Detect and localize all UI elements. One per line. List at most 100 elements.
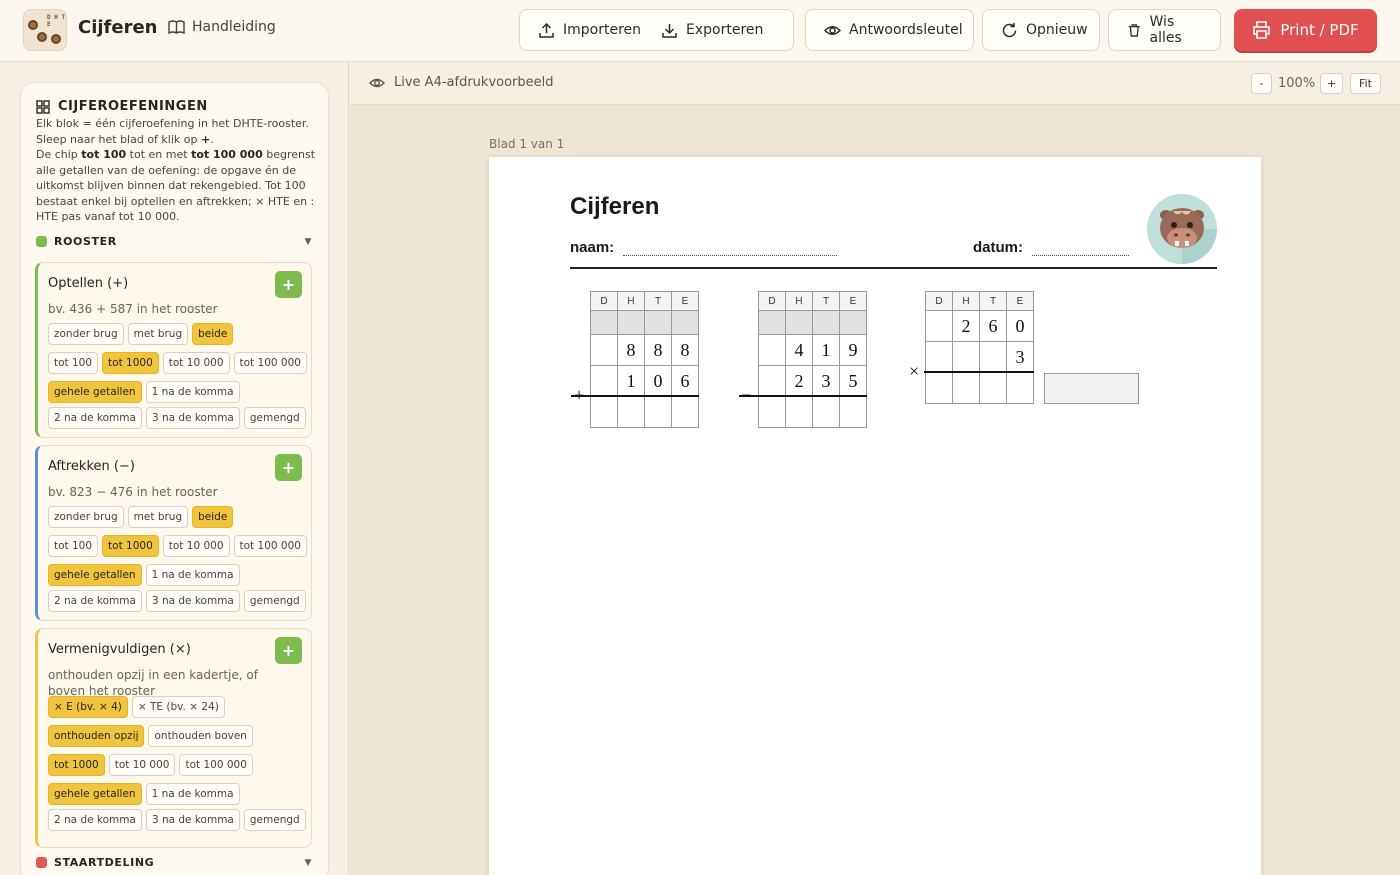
option-chip[interactable]: tot 10 000 xyxy=(108,754,176,776)
section-staartdeling-label: STAARTDELING xyxy=(54,856,155,869)
carry-row-cell xyxy=(758,310,786,335)
option-chip[interactable]: tot 1000 xyxy=(102,535,159,557)
upload-icon xyxy=(539,22,554,38)
option-chip[interactable]: gemengd xyxy=(243,809,306,831)
option-chip[interactable]: onthouden boven xyxy=(148,725,253,747)
manual-label: Handleiding xyxy=(192,19,276,35)
intro-line-3: De chip tot 100 tot en met tot 100 000 b… xyxy=(36,148,316,223)
answer-cell[interactable] xyxy=(1006,372,1034,404)
book-icon xyxy=(168,19,185,34)
restart-label: Opnieuw xyxy=(1026,22,1088,38)
digit-cell xyxy=(952,341,980,373)
section-rooster-label: ROOSTER xyxy=(54,235,117,248)
option-chip[interactable]: gemengd xyxy=(243,590,306,612)
option-chip[interactable]: 1 na de komma xyxy=(145,381,240,403)
answer-cell[interactable] xyxy=(839,396,867,428)
import-button[interactable]: Importeren xyxy=(520,10,659,50)
option-chip[interactable]: zonder brug xyxy=(48,506,124,528)
add-exercise-button[interactable]: + xyxy=(275,637,302,664)
digit-cell: 3 xyxy=(812,365,840,397)
option-chip[interactable]: × TE (bv. × 24) xyxy=(131,696,225,718)
option-chip[interactable]: 1 na de komma xyxy=(145,564,240,586)
option-chip[interactable]: tot 1000 xyxy=(48,754,105,776)
option-chip[interactable]: beide xyxy=(192,506,234,528)
option-chip[interactable]: tot 100 xyxy=(48,352,99,374)
answer-cell[interactable] xyxy=(952,372,980,404)
option-chip[interactable]: 3 na de komma xyxy=(145,407,240,429)
option-chip[interactable]: tot 1000 xyxy=(102,352,159,374)
answer-cell[interactable] xyxy=(812,396,840,428)
digit-cell xyxy=(590,365,618,397)
option-chip[interactable]: 3 na de komma xyxy=(145,809,240,831)
name-line xyxy=(623,255,837,256)
chip-row: gehele getallen 1 na de komma xyxy=(48,381,240,403)
add-exercise-button[interactable]: + xyxy=(275,271,302,298)
chip-row: zonder brug met brug beide xyxy=(48,506,234,528)
sheet-counter: Blad 1 van 1 xyxy=(489,137,565,151)
exercise-card-vermenigvuldigen[interactable]: Vermenigvuldigen (×) + onthouden opzij in … xyxy=(35,628,312,848)
option-chip[interactable]: × E (bv. × 4) xyxy=(48,696,128,718)
option-chip[interactable]: 2 na de komma xyxy=(48,590,142,612)
header-rule xyxy=(570,267,1217,269)
zoom-fit-button[interactable]: Fit xyxy=(1350,73,1381,94)
exercise-card-optellen[interactable]: Optellen (+) + bv. 436 + 587 in het rooste… xyxy=(35,262,312,438)
answer-cell[interactable] xyxy=(979,372,1007,404)
option-chip[interactable]: gehele getallen xyxy=(48,783,142,805)
digit-cell xyxy=(925,341,953,373)
digit-cell: 4 xyxy=(785,334,813,366)
option-chip[interactable]: tot 100 000 xyxy=(233,535,307,557)
option-chip[interactable]: tot 10 000 xyxy=(162,535,230,557)
option-chip[interactable]: 3 na de komma xyxy=(145,590,240,612)
clear-all-button[interactable]: Wis alles xyxy=(1108,9,1221,51)
option-chip[interactable]: met brug xyxy=(127,323,189,345)
option-chip[interactable]: gehele getallen xyxy=(48,564,142,586)
manual-link[interactable]: Handleiding xyxy=(168,19,276,35)
logo-cookie-icon xyxy=(51,34,61,44)
zoom-out-button[interactable]: - xyxy=(1251,73,1272,94)
option-chip[interactable]: tot 100 xyxy=(48,535,99,557)
zoom-in-button[interactable]: + xyxy=(1320,73,1343,94)
import-export-group: Importeren Exporteren xyxy=(519,9,794,51)
chip-row: × E (bv. × 4) × TE (bv. × 24) xyxy=(48,696,225,718)
answer-cell[interactable] xyxy=(644,396,672,428)
option-chip[interactable]: 2 na de komma xyxy=(48,809,142,831)
print-label: Print / PDF xyxy=(1280,21,1359,39)
answer-key-button[interactable]: Antwoordsleutel xyxy=(805,9,974,51)
digit-cell: 1 xyxy=(617,365,645,397)
answer-cell[interactable] xyxy=(671,396,699,428)
answer-cell[interactable] xyxy=(617,396,645,428)
option-chip[interactable]: gehele getallen xyxy=(48,381,142,403)
print-pdf-button[interactable]: Print / PDF xyxy=(1234,9,1377,51)
restart-button[interactable]: Opnieuw xyxy=(982,9,1100,51)
option-chip[interactable]: met brug xyxy=(127,506,189,528)
carry-row-cell xyxy=(617,310,645,335)
exercise-card-aftrekken[interactable]: Aftrekken (−) + bv. 823 − 476 in het roost… xyxy=(35,445,312,621)
carry-row-cell xyxy=(839,310,867,335)
top-bar: D H T E Cijferen Handleiding Importeren … xyxy=(0,0,1400,62)
section-staartdeling[interactable]: STAARTDELING ▼ xyxy=(36,856,312,869)
a4-sheet[interactable] xyxy=(489,157,1261,875)
add-exercise-button[interactable]: + xyxy=(275,454,302,481)
answer-cell[interactable] xyxy=(758,396,786,428)
option-chip[interactable]: tot 100 000 xyxy=(179,754,253,776)
option-chip[interactable]: tot 100 000 xyxy=(233,352,307,374)
panel-title-text: CIJFEROEFENINGEN xyxy=(58,99,208,114)
option-chip[interactable]: onthouden opzij xyxy=(48,725,145,747)
option-chip[interactable]: beide xyxy=(192,323,234,345)
answer-cell[interactable] xyxy=(785,396,813,428)
option-chip[interactable]: zonder brug xyxy=(48,323,124,345)
option-chip[interactable]: gemengd xyxy=(243,407,306,429)
section-rooster[interactable]: ROOSTER ▼ xyxy=(36,235,312,248)
export-button[interactable]: Exporteren xyxy=(659,10,781,50)
grid-column-header: D xyxy=(758,291,786,311)
digit-cell: 2 xyxy=(952,310,980,342)
answer-cell[interactable] xyxy=(590,396,618,428)
answer-cell[interactable] xyxy=(925,372,953,404)
option-chip[interactable]: tot 10 000 xyxy=(162,352,230,374)
preview-label-text: Live A4-afdrukvoorbeeld xyxy=(394,75,554,90)
carry-row-cell xyxy=(671,310,699,335)
option-chip[interactable]: 2 na de komma xyxy=(48,407,142,429)
carry-row-cell xyxy=(785,310,813,335)
option-chip[interactable]: 1 na de komma xyxy=(145,783,240,805)
digit-cell: 8 xyxy=(671,334,699,366)
